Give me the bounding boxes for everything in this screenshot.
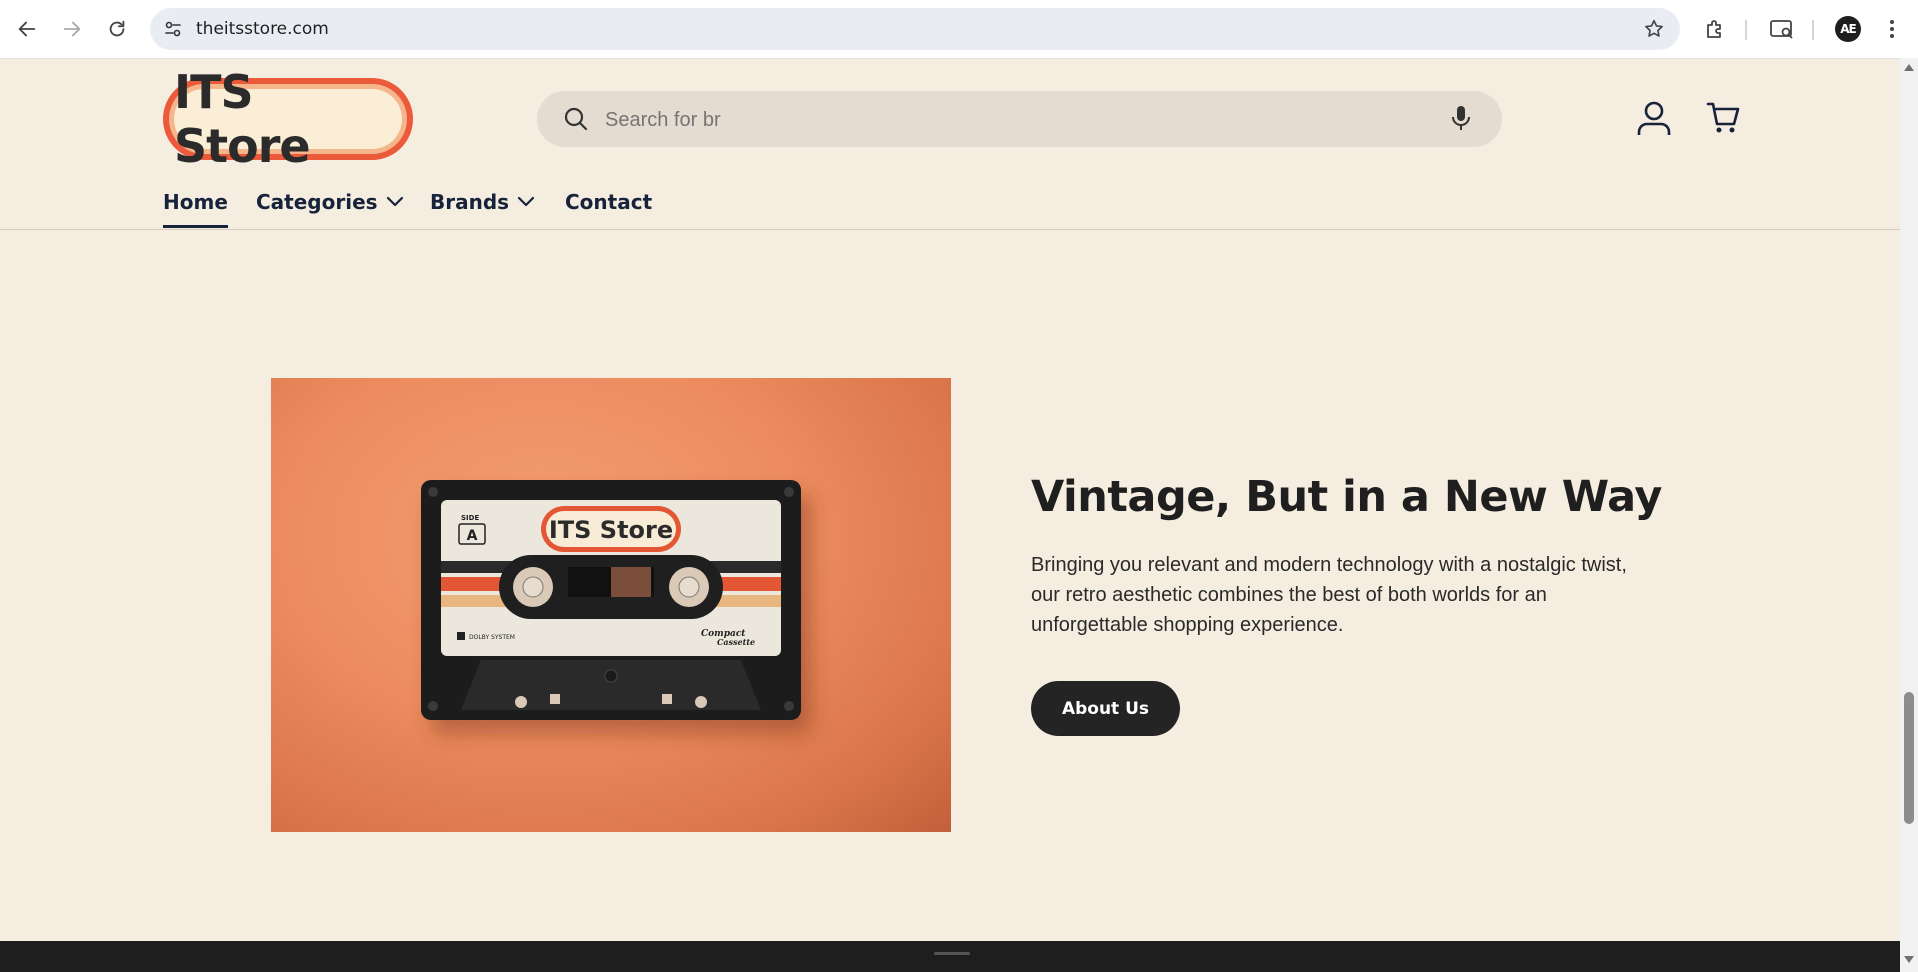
chevron-down-icon xyxy=(386,196,403,207)
reload-button[interactable] xyxy=(100,12,134,46)
search-input[interactable] xyxy=(603,101,1387,139)
hero-title: Vintage, But in a New Way xyxy=(1031,472,1662,522)
hero-description: Bringing you relevant and modern technol… xyxy=(1031,554,1627,636)
cassette-side-letter: A xyxy=(467,528,478,544)
browser-menu-button[interactable] xyxy=(1882,16,1902,42)
tab-search-icon xyxy=(1770,20,1793,39)
address-bar[interactable]: theitsstore.com xyxy=(150,8,1680,50)
account-button[interactable] xyxy=(1634,98,1674,138)
logo-text: ITS Store xyxy=(174,65,402,173)
more-vert-icon xyxy=(1890,20,1894,38)
drag-handle[interactable] xyxy=(934,952,970,955)
chevron-down-icon xyxy=(517,196,535,207)
nav-item-contact[interactable]: Contact xyxy=(565,190,652,230)
cassette-brand-text-2: Cassette xyxy=(717,637,755,647)
page-scrollbar[interactable] xyxy=(1900,58,1918,972)
hero-cassette-image: ITS Store SIDE A DOLBY SYSTEM Compact Ca… xyxy=(271,378,951,832)
site-info-icon[interactable] xyxy=(160,16,186,42)
puzzle-icon xyxy=(1707,20,1721,38)
scrollbar-thumb[interactable] xyxy=(1904,692,1914,824)
browser-toolbar: theitsstore.com AE xyxy=(0,0,1918,59)
nav-item-label: Brands xyxy=(430,190,510,214)
search-bar[interactable] xyxy=(537,91,1502,147)
reload-icon xyxy=(109,20,125,37)
cart-button[interactable] xyxy=(1704,98,1744,138)
nav-item-label: Home xyxy=(163,190,228,214)
extensions-button[interactable] xyxy=(1700,14,1730,44)
profile-avatar[interactable]: AE xyxy=(1835,16,1861,42)
nav-item-label: Categories xyxy=(256,190,378,214)
back-button[interactable] xyxy=(10,12,44,46)
forward-button[interactable] xyxy=(55,12,89,46)
cassette-side-label: SIDE xyxy=(461,514,479,522)
bookmark-star-icon[interactable] xyxy=(1642,17,1666,41)
cassette-logo-text: ITS Store xyxy=(549,516,673,544)
search-icon[interactable] xyxy=(563,106,589,132)
toolbar-divider xyxy=(1745,20,1747,40)
nav-item-label: Contact xyxy=(565,190,653,214)
microphone-icon[interactable] xyxy=(1450,104,1472,134)
cassette-dolby-text: DOLBY SYSTEM xyxy=(469,634,515,641)
footer-bar xyxy=(0,941,1900,972)
cassette-illustration: ITS Store SIDE A DOLBY SYSTEM Compact Ca… xyxy=(421,480,801,720)
scroll-down-arrow-icon[interactable] xyxy=(1904,956,1914,963)
toolbar-divider xyxy=(1812,20,1814,40)
nav-item-brands[interactable]: Brands xyxy=(430,190,535,230)
arrow-right-icon xyxy=(63,21,81,37)
logo-ring: ITS Store xyxy=(169,65,407,173)
search-tabs-button[interactable] xyxy=(1767,14,1797,44)
store-logo[interactable]: ITS Store xyxy=(163,65,413,173)
scroll-up-arrow-icon[interactable] xyxy=(1904,64,1914,71)
header-divider xyxy=(0,229,1900,230)
cart-icon xyxy=(1706,102,1740,133)
url-text: theitsstore.com xyxy=(196,19,329,39)
account-icon xyxy=(1637,101,1671,135)
arrow-left-icon xyxy=(18,21,36,37)
about-us-button[interactable]: About Us xyxy=(1031,681,1180,736)
nav-item-home[interactable]: Home xyxy=(163,190,228,230)
nav-item-categories[interactable]: Categories xyxy=(256,190,404,230)
